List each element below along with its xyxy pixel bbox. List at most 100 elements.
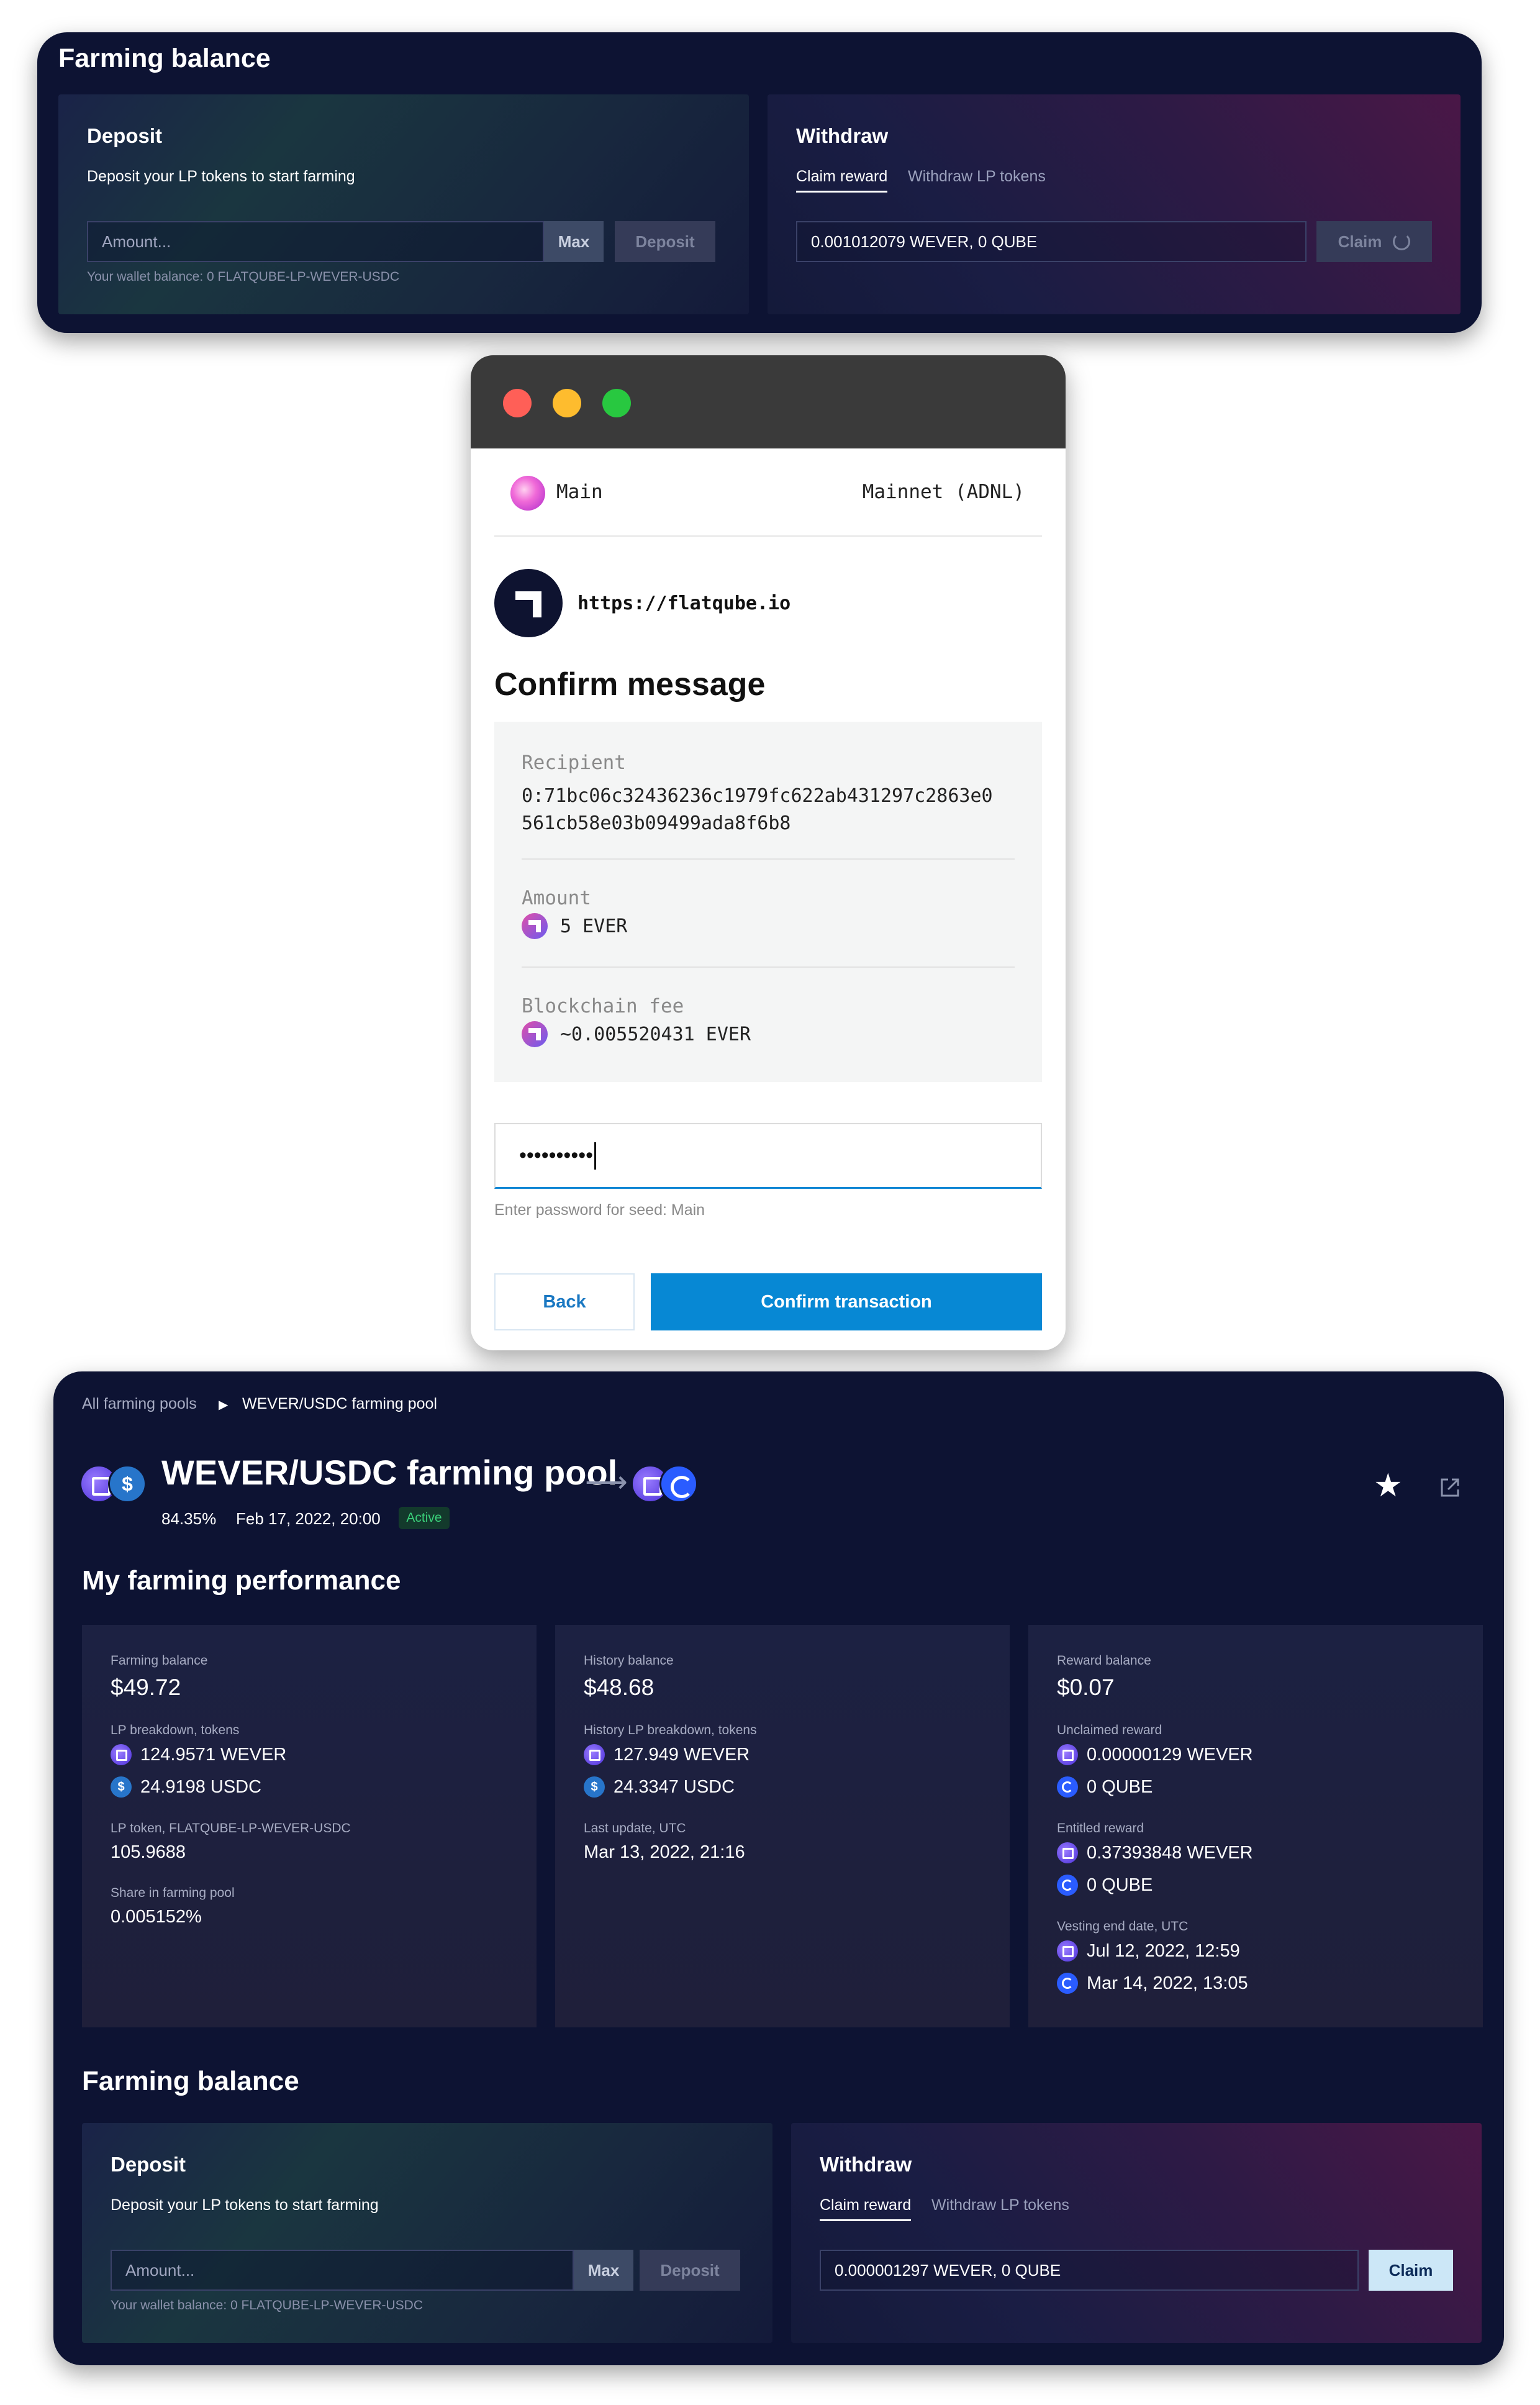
lp-token-label: LP token, FLATQUBE-LP-WEVER-USDC <box>111 1821 351 1835</box>
farming-balance-card: Farming balance $49.72 LP breakdown, tok… <box>82 1625 537 2027</box>
history-usdc: 24.3347 USDC <box>584 1776 735 1798</box>
unclaimed-qube-value: 0 QUBE <box>1087 1776 1153 1797</box>
confirm-transaction-button[interactable]: Confirm transaction <box>651 1273 1042 1330</box>
pool-apr: 84.35% <box>161 1509 217 1528</box>
share-value: 0.005152% <box>111 1907 202 1927</box>
deposit-card: Deposit Deposit your LP tokens to start … <box>58 94 749 314</box>
lp-token-value: 105.9688 <box>111 1842 186 1862</box>
withdraw-title: Withdraw <box>796 124 889 147</box>
tab-withdraw-lp-tokens[interactable]: Withdraw LP tokens <box>908 168 1046 186</box>
account-name[interactable]: Main <box>556 481 603 503</box>
pool-pair-icons <box>79 1465 148 1503</box>
favorite-star-icon[interactable]: ★ <box>1374 1470 1403 1502</box>
panel-title: Farming balance <box>58 43 271 73</box>
ever-token-icon <box>522 913 548 939</box>
performance-title: My farming performance <box>82 1565 401 1596</box>
amount-input[interactable]: Amount... <box>111 2250 574 2291</box>
withdraw-title: Withdraw <box>820 2153 912 2176</box>
vesting-end-label: Vesting end date, UTC <box>1057 1919 1189 1934</box>
pool-title: WEVER/USDC farming pool <box>161 1453 618 1492</box>
deposit-button[interactable]: Deposit <box>640 2250 740 2291</box>
breadcrumb-chevron-icon: ▶ <box>219 1398 229 1412</box>
entitled-qube: 0 QUBE <box>1057 1875 1153 1896</box>
wallet-balance: Your wallet balance: 0 FLATQUBE-LP-WEVER… <box>87 270 400 284</box>
password-hint: Enter password for seed: Main <box>494 1201 705 1219</box>
farming-balance-title: Farming balance <box>82 2066 299 2096</box>
account-avatar-icon <box>510 476 545 511</box>
entitled-wever-value: 0.37393848 WEVER <box>1087 1842 1253 1863</box>
history-balance-label: History balance <box>584 1653 674 1668</box>
ever-token-icon <box>522 1021 548 1047</box>
claim-button[interactable]: Claim <box>1369 2250 1453 2291</box>
reward-pair-icons <box>631 1465 699 1503</box>
lp-breakdown-usdc-value: 24.9198 USDC <box>140 1776 262 1797</box>
claim-button[interactable]: Claim <box>1316 221 1432 262</box>
recipient-label: Recipient <box>522 752 626 774</box>
wever-token-icon <box>111 1744 132 1765</box>
history-balance-value: $48.68 <box>584 1675 654 1700</box>
max-button[interactable]: Max <box>574 2250 633 2291</box>
amount-value: 5 EVER <box>560 916 628 937</box>
farming-balance-panel-top: Farming balance Deposit Deposit your LP … <box>37 32 1482 333</box>
wever-token-icon <box>584 1744 605 1765</box>
qube-token-icon <box>1057 1776 1078 1798</box>
deposit-button[interactable]: Deposit <box>615 221 715 262</box>
unclaimed-wever: 0.00000129 WEVER <box>1057 1744 1253 1765</box>
divider <box>522 858 1015 860</box>
deposit-subtitle: Deposit your LP tokens to start farming <box>87 168 355 185</box>
lp-breakdown-usdc: 24.9198 USDC <box>111 1776 261 1798</box>
last-update-label: Last update, UTC <box>584 1821 686 1835</box>
reward-amount-field[interactable]: 0.001012079 WEVER, 0 QUBE <box>796 221 1307 262</box>
minimize-window-button[interactable] <box>553 389 581 417</box>
last-update-value: Mar 13, 2022, 21:16 <box>584 1842 745 1862</box>
vesting-qube-value: Mar 14, 2022, 13:05 <box>1087 1973 1248 1993</box>
vesting-wever: Jul 12, 2022, 12:59 <box>1057 1940 1240 1962</box>
flatqube-logo-icon <box>494 569 563 637</box>
tab-withdraw-lp-tokens[interactable]: Withdraw LP tokens <box>931 2196 1069 2214</box>
confirm-message-window: Main Mainnet (ADNL) https://flatqube.io … <box>471 355 1066 1350</box>
farming-balance-value: $49.72 <box>111 1675 181 1700</box>
deposit-subtitle: Deposit your LP tokens to start farming <box>111 2196 379 2214</box>
usdc-token-icon <box>108 1465 147 1503</box>
max-button[interactable]: Max <box>544 221 604 262</box>
history-wever-value: 127.949 WEVER <box>614 1744 750 1765</box>
amount-label: Amount <box>522 887 591 909</box>
close-window-button[interactable] <box>503 389 532 417</box>
window-titlebar <box>471 355 1066 448</box>
usdc-token-icon <box>584 1776 605 1798</box>
unclaimed-wever-value: 0.00000129 WEVER <box>1087 1744 1253 1765</box>
external-link-icon[interactable] <box>1438 1476 1462 1499</box>
lp-breakdown-label: LP breakdown, tokens <box>111 1723 240 1737</box>
entitled-reward-label: Entitled reward <box>1057 1821 1144 1835</box>
maximize-window-button[interactable] <box>602 389 631 417</box>
recipient-address-line2: 561cb58e03b09499ada8f6b8 <box>522 812 791 834</box>
wever-token-icon <box>1057 1842 1078 1863</box>
fee-label: Blockchain fee <box>522 995 684 1017</box>
withdraw-card: Withdraw Claim reward Withdraw LP tokens… <box>768 94 1461 314</box>
unclaimed-reward-label: Unclaimed reward <box>1057 1723 1162 1737</box>
breadcrumb-current: WEVER/USDC farming pool <box>242 1395 437 1412</box>
farming-balance-label: Farming balance <box>111 1653 208 1668</box>
history-usdc-value: 24.3347 USDC <box>614 1776 735 1797</box>
network-name[interactable]: Mainnet (ADNL) <box>863 481 1025 503</box>
status-badge: Active <box>399 1507 450 1529</box>
tab-claim-reward[interactable]: Claim reward <box>796 168 888 193</box>
amount-input[interactable]: Amount... <box>87 221 544 262</box>
deposit-card: Deposit Deposit your LP tokens to start … <box>82 2123 772 2343</box>
reward-amount-field[interactable]: 0.000001297 WEVER, 0 QUBE <box>820 2250 1359 2291</box>
divider <box>522 966 1015 968</box>
site-url: https://flatqube.io <box>578 593 791 614</box>
qube-token-icon <box>659 1465 698 1503</box>
claim-label: Claim <box>1338 232 1382 251</box>
breadcrumb-all-pools[interactable]: All farming pools <box>82 1395 197 1413</box>
farming-pool-page: All farming pools ▶ WEVER/USDC farming p… <box>53 1371 1504 2365</box>
withdraw-card: Withdraw Claim reward Withdraw LP tokens… <box>791 2123 1482 2343</box>
lp-breakdown-wever-value: 124.9571 WEVER <box>140 1744 287 1765</box>
reward-balance-value: $0.07 <box>1057 1675 1115 1700</box>
tab-claim-reward[interactable]: Claim reward <box>820 2196 912 2221</box>
modal-title: Confirm message <box>494 666 766 702</box>
password-input[interactable]: •••••••••• <box>494 1123 1042 1189</box>
back-button[interactable]: Back <box>494 1273 635 1330</box>
unclaimed-qube: 0 QUBE <box>1057 1776 1153 1798</box>
usdc-token-icon <box>111 1776 132 1798</box>
